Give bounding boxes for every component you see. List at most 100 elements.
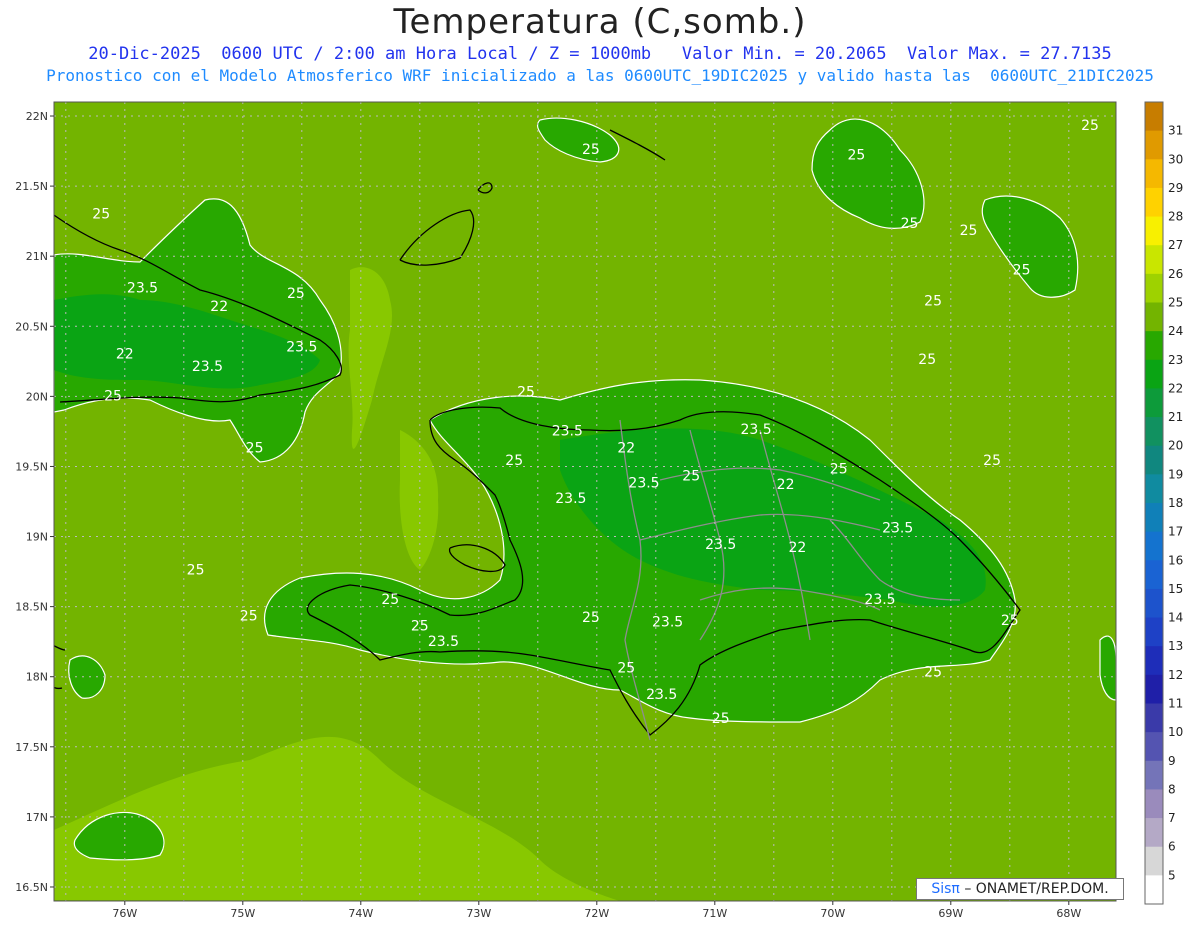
colorbar-label: 15 (1168, 582, 1183, 596)
contour-label: 25 (924, 293, 942, 309)
contour-label: 25 (505, 453, 523, 469)
contour-label: 23.5 (882, 520, 913, 536)
lon-tick-label: 68W (1056, 907, 1081, 920)
colorbar-label: 26 (1168, 267, 1183, 281)
contour-label: 25 (517, 384, 535, 400)
contour-label: 25 (918, 352, 936, 368)
contour-label: 23.5 (864, 592, 895, 608)
colorbar-label: 23 (1168, 353, 1183, 367)
lon-tick-label: 69W (938, 907, 963, 920)
contour-label: 25 (582, 142, 600, 158)
colorbar-label: 25 (1168, 296, 1183, 310)
colorbar-swatch (1145, 245, 1163, 275)
colorbar-swatch (1145, 646, 1163, 676)
contour-label: 23.5 (192, 359, 223, 375)
contour-label: 23.5 (705, 537, 736, 553)
colorbar-swatch (1145, 130, 1163, 160)
contour-label: 25 (847, 147, 865, 163)
contour-label: 25 (582, 610, 600, 626)
contour-label: 25 (92, 206, 110, 222)
latitude-axis: 22N 21.5N 21N 20.5N 20N 19.5N 19N 18.5N 18N 17.5N… (15, 110, 54, 894)
contour-label: 23.5 (555, 491, 586, 507)
contour-label: 23.5 (646, 687, 677, 703)
lon-tick-label: 74W (348, 907, 373, 920)
colorbar-swatch (1145, 846, 1163, 876)
colorbar-swatch (1145, 588, 1163, 619)
contour-label: 25 (682, 468, 700, 484)
colorbar-label: 21 (1168, 410, 1183, 424)
colorbar-swatch (1145, 875, 1163, 905)
colorbar-swatch (1145, 760, 1163, 790)
contour-label: 25 (411, 618, 429, 634)
colorbar-label: 11 (1168, 697, 1183, 711)
lat-tick-label: 20.5N (15, 320, 48, 333)
lat-tick-label: 21.5N (15, 180, 48, 193)
contour-label: 22 (617, 440, 635, 456)
colorbar-swatch (1145, 732, 1163, 762)
colorbar-label: 9 (1168, 754, 1176, 768)
colorbar-swatch (1145, 102, 1163, 132)
contour-label: 22 (210, 299, 228, 315)
contour-label: 25 (287, 286, 305, 302)
lat-tick-label: 21N (26, 250, 48, 263)
colorbar-label: 16 (1168, 553, 1183, 567)
colorbar-swatch (1145, 445, 1163, 475)
lon-tick-label: 71W (702, 907, 727, 920)
colorbar-label: 29 (1168, 181, 1183, 195)
lat-tick-label: 22N (26, 110, 48, 123)
contour-label: 25 (381, 592, 399, 608)
colorbar-label: 22 (1168, 381, 1183, 395)
colorbar-swatch (1145, 617, 1163, 647)
credit-brand: Sisπ (931, 881, 960, 897)
contour-label: 25 (246, 440, 264, 456)
longitude-axis: 76W 75W 74W 73W 72W 71W 70W 69W 68W (112, 901, 1081, 920)
colorbar-label: 12 (1168, 668, 1183, 682)
colorbar-label: 8 (1168, 782, 1176, 796)
lon-tick-label: 72W (584, 907, 609, 920)
contour-label: 25 (1013, 262, 1031, 278)
lon-tick-label: 70W (820, 907, 845, 920)
contour-label: 23.5 (552, 424, 583, 440)
colorbar-label: 13 (1168, 639, 1183, 653)
contour-label: 25 (830, 461, 848, 477)
contour-label: 23.5 (741, 422, 772, 438)
temperature-map: 22N 21.5N 21N 20.5N 20N 19.5N 19N 18.5N 18N 17.5N… (15, 101, 1183, 920)
colorbar-label: 5 (1168, 868, 1176, 882)
contour-label: 25 (1081, 118, 1099, 134)
contour-label: 23.5 (652, 614, 683, 630)
colorbar-swatch (1145, 159, 1163, 189)
contour-label: 22 (788, 540, 806, 556)
credit-box: Sisπ – ONAMET/REP.DOM. (916, 878, 1124, 900)
temperature-colorbar: 31 30 29 28 27 26 25 24 23 22 21 20 19 18 17 16 15 14 13 12… (1144, 101, 1183, 905)
contour-label: 25 (240, 609, 258, 625)
contour-label: 25 (617, 661, 635, 677)
lat-tick-label: 19N (26, 531, 48, 544)
colorbar-label: 19 (1168, 467, 1183, 481)
contour-label: 23.5 (286, 340, 317, 356)
lat-tick-label: 19.5N (15, 460, 48, 473)
colorbar-swatch (1145, 789, 1163, 819)
colorbar-label: 17 (1168, 525, 1183, 539)
lat-tick-label: 17N (26, 811, 48, 824)
contour-label: 25 (712, 711, 730, 727)
contour-label: 25 (960, 223, 978, 239)
colorbar-label: 10 (1168, 725, 1183, 739)
colorbar-label: 18 (1168, 496, 1183, 510)
colorbar-swatch (1145, 331, 1163, 361)
colorbar-swatch (1145, 388, 1163, 418)
colorbar-swatch (1145, 560, 1163, 590)
colorbar-swatch (1145, 531, 1163, 561)
colorbar-label: 20 (1168, 439, 1183, 453)
contour-label: 23.5 (127, 281, 158, 297)
colorbar-label: 6 (1168, 840, 1176, 854)
colorbar-swatch (1145, 818, 1163, 848)
contour-label: 23.5 (628, 475, 659, 491)
colorbar-swatch (1145, 302, 1163, 332)
colorbar-label: 27 (1168, 238, 1183, 252)
colorbar-swatch (1145, 417, 1163, 447)
contour-label: 25 (104, 389, 122, 405)
colorbar-swatch (1145, 216, 1163, 246)
lon-tick-label: 75W (230, 907, 255, 920)
colorbar-swatch (1145, 503, 1163, 533)
lon-tick-label: 76W (112, 907, 137, 920)
